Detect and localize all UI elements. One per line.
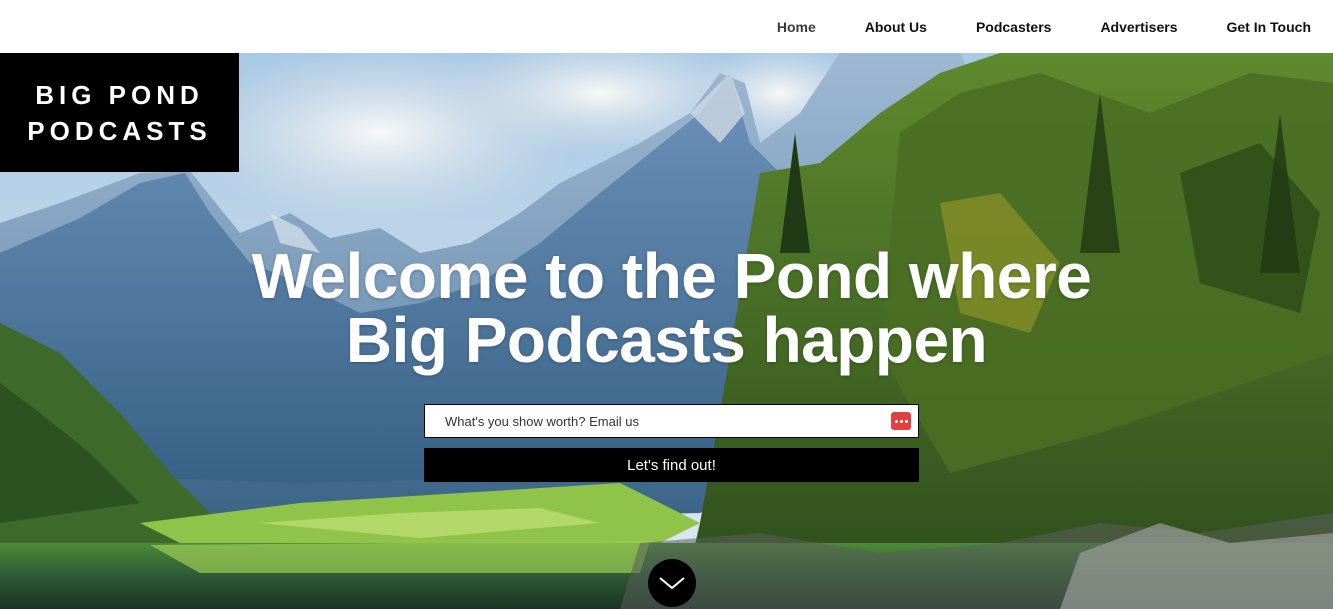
- email-field[interactable]: [425, 405, 885, 437]
- nav-item-get-in-touch[interactable]: Get In Touch: [1226, 19, 1311, 35]
- scroll-down-button[interactable]: [648, 559, 696, 607]
- hero-headline: Welcome to the Pond where Big Podcasts h…: [0, 244, 1333, 372]
- top-navigation-bar: Home About Us Podcasters Advertisers Get…: [0, 0, 1333, 53]
- chevron-down-icon: [659, 577, 685, 590]
- submit-button[interactable]: Let's find out!: [424, 448, 919, 482]
- logo-line-2: PODCASTS: [27, 115, 212, 146]
- page: Home About Us Podcasters Advertisers Get…: [0, 0, 1333, 609]
- more-options-icon[interactable]: [891, 412, 911, 430]
- site-logo[interactable]: BIG POND PODCASTS: [0, 53, 239, 172]
- logo-line-1: BIG POND: [35, 79, 204, 110]
- nav-item-advertisers[interactable]: Advertisers: [1100, 19, 1177, 35]
- nav-item-podcasters[interactable]: Podcasters: [976, 19, 1051, 35]
- hero-headline-line-1: Welcome to the Pond where: [251, 240, 1092, 312]
- email-field-container: [424, 404, 919, 438]
- nav-item-home[interactable]: Home: [777, 19, 816, 35]
- nav-item-about-us[interactable]: About Us: [865, 19, 927, 35]
- main-nav: Home About Us Podcasters Advertisers Get…: [777, 0, 1311, 53]
- hero-headline-line-2: Big Podcasts happen: [345, 304, 988, 376]
